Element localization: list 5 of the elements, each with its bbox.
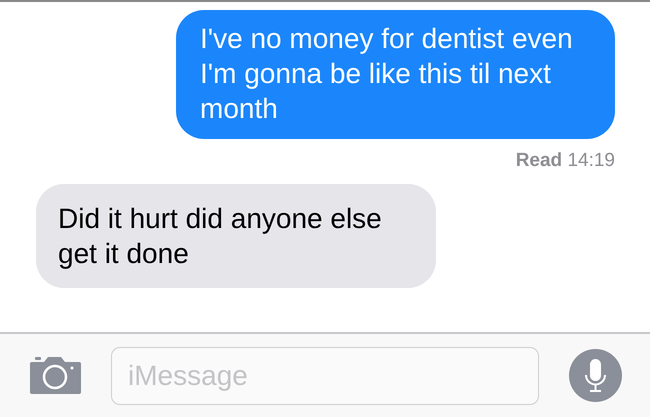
- sent-message: I've no money for dentist even I'm gonna be like this til next month: [176, 10, 615, 139]
- microphone-icon[interactable]: [569, 349, 622, 402]
- received-message: Did it hurt did anyone else get it done: [36, 184, 436, 288]
- camera-icon[interactable]: [30, 357, 81, 394]
- read-receipt: Read 14:19: [516, 149, 615, 173]
